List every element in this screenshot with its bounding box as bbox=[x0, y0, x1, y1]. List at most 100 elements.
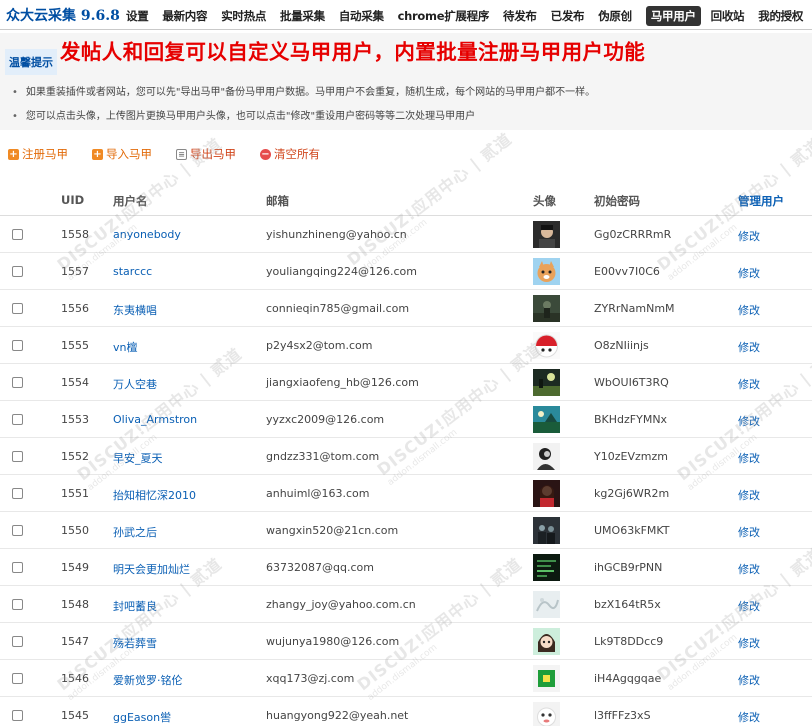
edit-link[interactable]: 修改 bbox=[738, 487, 760, 503]
row-checkbox[interactable] bbox=[12, 525, 23, 536]
cell-uid: 1557 bbox=[61, 265, 89, 278]
row-checkbox[interactable] bbox=[12, 377, 23, 388]
nav-item-11[interactable]: 我的授权 bbox=[758, 8, 803, 24]
avatar-image[interactable] bbox=[533, 221, 560, 248]
table-row: 1548 封吧蓄良 zhangy_joy@yahoo.com.cn bzX164tR5… bbox=[0, 586, 812, 623]
edit-link[interactable]: 修改 bbox=[738, 709, 760, 725]
cell-password: BKHdzFYMNx bbox=[594, 413, 668, 426]
nav-item-9[interactable]: 马甲用户 bbox=[645, 6, 701, 26]
username-link[interactable]: Oliva_Armstron bbox=[113, 413, 197, 426]
row-checkbox[interactable] bbox=[12, 599, 23, 610]
username-link[interactable]: 早安_夏天 bbox=[113, 450, 163, 466]
username-link[interactable]: ggEason喾 bbox=[113, 709, 171, 725]
avatar-image[interactable] bbox=[533, 406, 560, 433]
export-vest-button[interactable]: ≡ 导出马甲 bbox=[176, 146, 236, 162]
username-link[interactable]: 东夷横唱 bbox=[113, 302, 157, 318]
username-link[interactable]: 孙武之后 bbox=[113, 524, 157, 540]
avatar-image[interactable] bbox=[533, 517, 560, 544]
avatar-red-hat-icon bbox=[533, 332, 560, 359]
edit-link[interactable]: 修改 bbox=[738, 561, 760, 577]
username-link[interactable]: 封吧蓄良 bbox=[113, 598, 157, 614]
row-checkbox[interactable] bbox=[12, 673, 23, 684]
cell-password: Lk9T8DDcc9 bbox=[594, 635, 664, 648]
avatar-girl-red-icon bbox=[533, 480, 560, 507]
cell-email: yishunzhineng@yahoo.cn bbox=[266, 228, 407, 241]
username-link[interactable]: 爱新觉罗·铭伦 bbox=[113, 672, 183, 688]
avatar-image[interactable] bbox=[533, 628, 560, 655]
import-vest-button[interactable]: + 导入马甲 bbox=[92, 146, 152, 162]
promo-headline: 发帖人和回复可以自定义马甲用户，内置批量注册马甲用户功能 bbox=[60, 40, 646, 64]
tip-text: 您可以点击头像，上传图片更换马甲用户头像，也可以点击"修改"重设用户密码等等二次… bbox=[25, 111, 476, 122]
edit-link[interactable]: 修改 bbox=[738, 524, 760, 540]
avatar-image[interactable] bbox=[533, 480, 560, 507]
row-checkbox[interactable] bbox=[12, 488, 23, 499]
edit-link[interactable]: 修改 bbox=[738, 598, 760, 614]
cell-email: huangyong922@yeah.net bbox=[266, 709, 409, 722]
row-checkbox[interactable] bbox=[12, 451, 23, 462]
row-checkbox[interactable] bbox=[12, 636, 23, 647]
row-checkbox[interactable] bbox=[12, 562, 23, 573]
avatar-image[interactable] bbox=[533, 258, 560, 285]
cell-password: bzX164tR5x bbox=[594, 598, 661, 611]
row-checkbox[interactable] bbox=[12, 229, 23, 240]
nav-item-5[interactable]: chrome扩展程序 bbox=[398, 8, 490, 24]
row-checkbox[interactable] bbox=[12, 303, 23, 314]
row-checkbox[interactable] bbox=[12, 710, 23, 721]
clear-all-label: 清空所有 bbox=[274, 147, 320, 161]
nav-item-6[interactable]: 待发布 bbox=[503, 8, 537, 24]
bullet-icon: • bbox=[12, 87, 18, 98]
username-link[interactable]: 明天会更加灿烂 bbox=[113, 561, 190, 577]
avatar-image[interactable] bbox=[533, 369, 560, 396]
cell-password: ZYRrNamNmM bbox=[594, 302, 675, 315]
edit-link[interactable]: 修改 bbox=[738, 450, 760, 466]
edit-link[interactable]: 修改 bbox=[738, 672, 760, 688]
header-avatar: 头像 bbox=[533, 194, 556, 208]
edit-link[interactable]: 修改 bbox=[738, 228, 760, 244]
edit-link[interactable]: 修改 bbox=[738, 635, 760, 651]
avatar-image[interactable] bbox=[533, 591, 560, 618]
avatar-image[interactable] bbox=[533, 332, 560, 359]
nav-item-3[interactable]: 批量采集 bbox=[280, 8, 325, 24]
nav-item-7[interactable]: 已发布 bbox=[551, 8, 585, 24]
cell-uid: 1546 bbox=[61, 672, 89, 685]
username-link[interactable]: starccc bbox=[113, 265, 152, 278]
username-link[interactable]: 万人空巷 bbox=[113, 376, 157, 392]
avatar-image[interactable] bbox=[533, 295, 560, 322]
avatar-image[interactable] bbox=[533, 702, 560, 726]
cell-email: xqq173@zj.com bbox=[266, 672, 355, 685]
table-row: 1558 anyonebody yishunzhineng@yahoo.cn Gg0z… bbox=[0, 216, 812, 253]
import-vest-label: 导入马甲 bbox=[106, 147, 152, 161]
register-vest-button[interactable]: + 注册马甲 bbox=[8, 146, 68, 162]
edit-link[interactable]: 修改 bbox=[738, 376, 760, 392]
row-checkbox[interactable] bbox=[12, 340, 23, 351]
username-link[interactable]: vn檀 bbox=[113, 339, 137, 355]
username-link[interactable]: anyonebody bbox=[113, 228, 181, 241]
nav-item-0[interactable]: 设置 bbox=[126, 8, 149, 24]
nav-item-2[interactable]: 实时热点 bbox=[221, 8, 266, 24]
tips-panel: 温馨提示 发帖人和回复可以自定义马甲用户，内置批量注册马甲用户功能 • 如果重装插… bbox=[0, 33, 812, 130]
edit-link[interactable]: 修改 bbox=[738, 339, 760, 355]
table-row: 1551 抬知相忆深2010 anhuiml@163.com kg2Gj6WR2m 修改 bbox=[0, 475, 812, 512]
avatar-image[interactable] bbox=[533, 554, 560, 581]
cell-uid: 1556 bbox=[61, 302, 89, 315]
avatar-cartoon-cat-icon bbox=[533, 258, 560, 285]
cell-email: jiangxiaofeng_hb@126.com bbox=[266, 376, 419, 389]
row-checkbox[interactable] bbox=[12, 414, 23, 425]
cell-password: l3ffFFz3xS bbox=[594, 709, 651, 722]
nav-item-10[interactable]: 回收站 bbox=[711, 8, 745, 24]
avatar-image[interactable] bbox=[533, 665, 560, 692]
username-link[interactable]: 抬知相忆深2010 bbox=[113, 487, 196, 503]
edit-link[interactable]: 修改 bbox=[738, 302, 760, 318]
action-toolbar: + 注册马甲 + 导入马甲 ≡ 导出马甲 − 清空所有 bbox=[8, 146, 344, 162]
edit-link[interactable]: 修改 bbox=[738, 265, 760, 281]
nav-item-4[interactable]: 自动采集 bbox=[339, 8, 384, 24]
avatar-image[interactable] bbox=[533, 443, 560, 470]
cell-password: O8zNIiinjs bbox=[594, 339, 649, 352]
nav-item-8[interactable]: 伪原创 bbox=[598, 8, 632, 24]
username-link[interactable]: 殇若葬雪 bbox=[113, 635, 157, 651]
clear-all-button[interactable]: − 清空所有 bbox=[260, 146, 320, 162]
edit-link[interactable]: 修改 bbox=[738, 413, 760, 429]
cell-uid: 1549 bbox=[61, 561, 89, 574]
nav-item-1[interactable]: 最新内容 bbox=[162, 8, 207, 24]
row-checkbox[interactable] bbox=[12, 266, 23, 277]
